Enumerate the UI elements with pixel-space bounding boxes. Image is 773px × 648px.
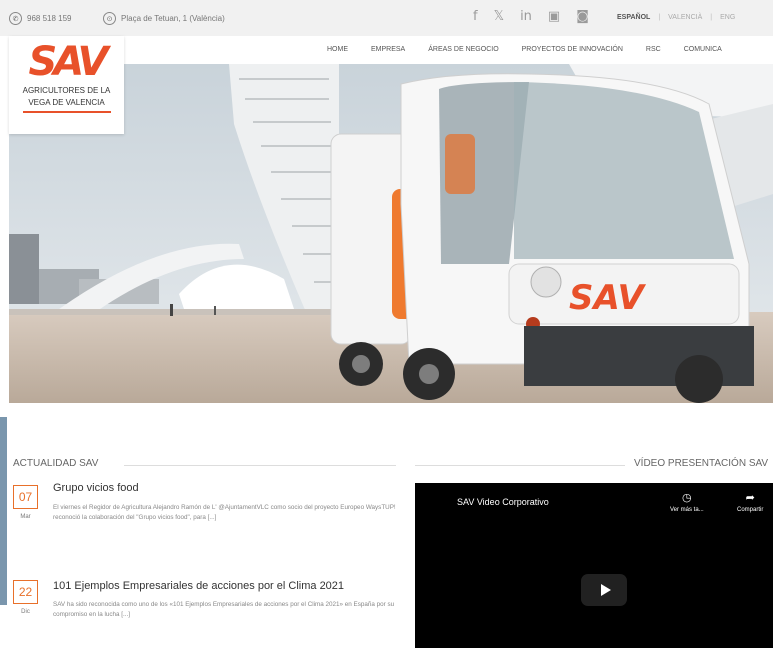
news-date-day: 22: [13, 580, 38, 604]
address-contact[interactable]: ⊙ Plaça de Tetuan, 1 (València): [103, 12, 225, 25]
lang-en[interactable]: ENG: [720, 14, 735, 21]
video-title-rule: [415, 465, 625, 466]
lang-separator: |: [710, 14, 713, 21]
logo-underline: [22, 111, 111, 113]
phone-icon: ✆: [9, 12, 22, 25]
clock-icon: ◷: [682, 492, 692, 504]
share-icon: ➦: [745, 492, 755, 504]
language-switcher: ESPAÑOL | VALENCIÀ | ENG: [617, 14, 735, 21]
side-widget[interactable]: [0, 417, 7, 605]
main-navigation-bar: HOME EMPRESA ÁREAS DE NEGOCIO PROYECTOS …: [124, 36, 773, 64]
location-pin-icon: ⊙: [103, 12, 116, 25]
linkedin-icon[interactable]: in: [520, 9, 532, 24]
news-date-day: 07: [13, 485, 38, 509]
phone-number: 968 518 159: [27, 14, 72, 23]
news-title[interactable]: Grupo vicios food: [53, 482, 139, 494]
nav-empresa[interactable]: EMPRESA: [371, 46, 405, 53]
twitter-icon[interactable]: 𝕏: [494, 9, 504, 24]
facebook-icon[interactable]: f: [473, 9, 478, 24]
site-logo[interactable]: SAV AGRICULTORES DE LA VEGA DE VALENCIA: [9, 36, 124, 134]
share-label: Compartir: [737, 507, 764, 513]
news-title[interactable]: 101 Ejemplos Empresariales de acciones p…: [53, 580, 344, 592]
nav-proyectos-innovacion[interactable]: PROYECTOS DE INNOVACIÓN: [522, 46, 623, 53]
logo-text-line1: AGRICULTORES DE LA: [22, 86, 111, 95]
nav-areas-negocio[interactable]: ÁREAS DE NEGOCIO: [428, 46, 498, 53]
main-nav: HOME EMPRESA ÁREAS DE NEGOCIO PROYECTOS …: [327, 46, 722, 53]
news-excerpt: SAV ha sido reconocida como uno de los «…: [53, 601, 395, 618]
nav-comunicacion[interactable]: COMUNICA: [684, 46, 722, 53]
phone-contact[interactable]: ✆ 968 518 159: [9, 12, 72, 25]
play-button[interactable]: [581, 574, 627, 606]
youtube-icon[interactable]: ▣: [548, 9, 560, 24]
logo-mark: SAV: [28, 39, 108, 85]
vehicle-logo: SAV: [569, 278, 646, 318]
news-section-title: ACTUALIDAD SAV: [13, 458, 99, 469]
news-date-month: Dic: [21, 609, 30, 615]
news-excerpt: El viernes el Regidor de Agricultura Ale…: [53, 504, 396, 521]
instagram-icon[interactable]: ◙: [576, 9, 589, 24]
play-icon: [600, 584, 611, 596]
top-bar: ✆ 968 518 159 ⊙ Plaça de Tetuan, 1 (Valè…: [0, 0, 773, 36]
social-links: f 𝕏 in ▣ ◙: [473, 9, 589, 24]
lang-es[interactable]: ESPAÑOL: [617, 14, 650, 21]
lang-va[interactable]: VALENCIÀ: [668, 14, 702, 21]
nav-home[interactable]: HOME: [327, 46, 348, 53]
news-date-month: Mar: [20, 514, 31, 520]
news-item[interactable]: 22 Dic 101 Ejemplos Empresariales de acc…: [13, 580, 396, 640]
address-text: Plaça de Tetuan, 1 (València): [121, 14, 225, 23]
news-title-rule: [124, 465, 396, 466]
video-player[interactable]: SAV Video Corporativo ◷ Ver más ta... ➦ …: [415, 483, 773, 648]
logo-text-line2: VEGA DE VALENCIA: [28, 98, 105, 107]
watch-later-button[interactable]: ◷ Ver más ta...: [670, 491, 704, 513]
nav-rsc[interactable]: RSC: [646, 46, 661, 53]
news-item[interactable]: 07 Mar Grupo vicios food El viernes el R…: [13, 482, 396, 557]
share-button[interactable]: ➦ Compartir: [737, 491, 763, 513]
video-title: SAV Video Corporativo: [457, 497, 549, 507]
lang-separator: |: [658, 14, 661, 21]
video-section-title: VÍDEO PRESENTACIÓN SAV: [634, 458, 769, 469]
watch-later-label: Ver más ta...: [670, 507, 704, 513]
